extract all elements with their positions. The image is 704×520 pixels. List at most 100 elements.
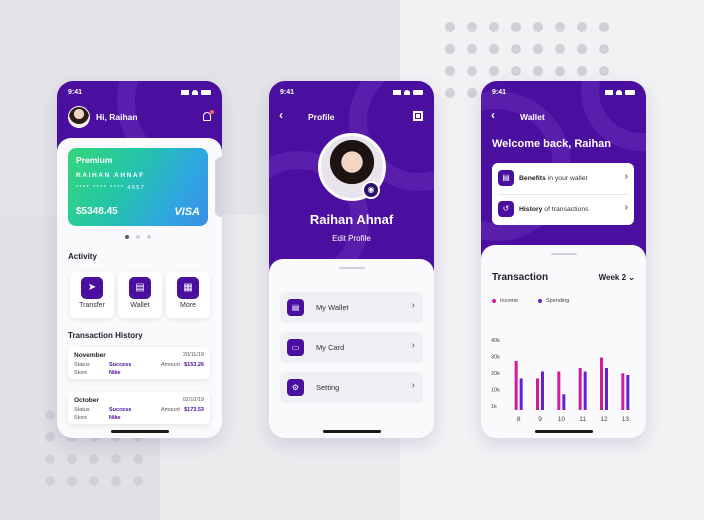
avatar[interactable]	[68, 106, 90, 128]
card-icon: ▭	[287, 339, 304, 356]
welcome-text: Welcome back, Raihan	[492, 138, 612, 150]
wallet-icon: ▤	[287, 299, 304, 316]
back-chevron-icon[interactable]: ‹	[491, 108, 495, 122]
wallet-icon: ▤	[498, 170, 514, 186]
pager-dot[interactable]	[136, 235, 140, 239]
pager-dot-active[interactable]	[125, 235, 129, 239]
bar-spending	[626, 375, 630, 410]
page-title: Profile	[308, 112, 335, 122]
y-tick-label: 30k	[491, 355, 500, 361]
card-balance: $5348.45	[76, 206, 118, 217]
battery-icon	[413, 90, 423, 95]
bar-income	[600, 357, 603, 410]
wifi-icon	[616, 90, 622, 95]
next-card-peek[interactable]	[215, 157, 222, 217]
transaction-history-heading: Transaction History	[68, 331, 143, 340]
x-tick-label: 13	[622, 416, 630, 423]
wallet-button[interactable]: ▤ Wallet	[118, 272, 162, 318]
store-value: Nike	[109, 370, 121, 376]
transaction-card[interactable]: November 20/11/19 Status Success Store N…	[68, 347, 210, 379]
transaction-card[interactable]: October 02/10/19 Status Success Store Ni…	[68, 392, 210, 424]
benefits-row[interactable]: ▤ Benefits in your wallet ›	[492, 163, 634, 194]
home-screen: 9:41 Hi, Raihan Premium RAIHAN AHNAF ***…	[57, 81, 222, 438]
store-label: Store	[74, 370, 88, 376]
wifi-icon	[404, 90, 410, 95]
home-indicator[interactable]	[322, 430, 381, 433]
card-tier: Premium	[76, 155, 113, 165]
legend-income: Income	[492, 298, 518, 304]
transaction-heading: Transaction	[492, 272, 549, 283]
status-time: 9:41	[492, 89, 507, 96]
legend-income-label: Income	[500, 298, 519, 304]
greeting-text: Hi, Raihan	[96, 112, 138, 122]
profile-name: Raihan Ahnaf	[309, 212, 394, 227]
x-tick-label: 11	[579, 416, 586, 423]
sheet-handle[interactable]	[338, 267, 365, 269]
back-chevron-icon[interactable]: ‹	[279, 108, 283, 122]
income-swatch	[492, 299, 496, 303]
wallet-shortcuts: ▤ Benefits in your wallet › ↺ History of…	[492, 163, 634, 225]
action-label: Transfer	[79, 302, 105, 309]
transaction-date: 20/11/19	[182, 352, 204, 358]
menu-item-my-card[interactable]: ▭ My Card ›	[280, 332, 423, 363]
pager-dot[interactable]	[147, 235, 151, 239]
status-label: Status	[74, 362, 90, 368]
camera-icon[interactable]: ◉	[362, 181, 380, 199]
sheet-handle[interactable]	[550, 253, 577, 255]
status-label: Status	[74, 407, 90, 413]
status-bar: 9:41	[68, 89, 211, 96]
menu-item-label: My Card	[316, 343, 345, 352]
benefits-text: Benefits in your wallet	[519, 175, 587, 182]
history-bold: History	[519, 206, 543, 213]
signal-icon	[605, 90, 613, 95]
qr-code-icon[interactable]	[413, 111, 423, 121]
gear-icon: ⚙	[287, 379, 304, 396]
history-row[interactable]: ↺ History of transactions ›	[492, 194, 634, 225]
transaction-month: November	[74, 352, 106, 359]
status-bar: 9:41	[492, 89, 635, 96]
home-indicator[interactable]	[534, 430, 593, 433]
y-tick-label: 1k	[491, 404, 497, 410]
battery-icon	[625, 90, 635, 95]
activity-heading: Activity	[68, 252, 97, 261]
wallet-icon: ▤	[129, 277, 151, 299]
bar-spending	[541, 371, 544, 410]
bar-income	[578, 368, 582, 410]
transaction-chart: 40k 30k 20k 10k 1k 8 9 10 11 12 13	[491, 338, 630, 423]
action-label: Wallet	[130, 302, 150, 309]
send-icon: ➤	[81, 277, 103, 299]
grid-icon: ▦	[177, 277, 199, 299]
chevron-right-icon: ›	[411, 380, 415, 391]
more-button[interactable]: ▦ More	[166, 272, 210, 318]
chevron-right-icon: ›	[411, 300, 415, 311]
page-title: Wallet	[520, 112, 545, 122]
bar-spending	[605, 368, 608, 410]
battery-icon	[201, 90, 211, 95]
period-dropdown[interactable]: Week 2 ⌄	[599, 273, 635, 282]
x-tick-label: 12	[600, 416, 608, 423]
profile-screen: 9:41 ‹ Profile ◉ Raihan Ahnaf Edit Profi…	[269, 81, 434, 438]
menu-item-my-wallet[interactable]: ▤ My Wallet ›	[280, 292, 423, 323]
credit-card[interactable]: Premium RAIHAN AHNAF **** **** **** 4557…	[68, 148, 208, 226]
card-number: **** **** **** 4557	[76, 185, 146, 191]
history-text: History of transactions	[519, 206, 589, 213]
period-value: Week 2	[598, 273, 627, 282]
wifi-icon	[192, 90, 198, 95]
home-indicator[interactable]	[110, 430, 169, 433]
card-pager[interactable]	[125, 235, 151, 239]
x-tick-label: 8	[517, 416, 521, 423]
amount-label: Amount	[161, 407, 180, 413]
history-rest: of transactions	[542, 206, 589, 213]
transaction-month: October	[74, 397, 99, 404]
history-icon: ↺	[498, 201, 514, 217]
y-tick-label: 10k	[491, 388, 500, 394]
status-value: Success	[109, 407, 132, 413]
menu-item-setting[interactable]: ⚙ Setting ›	[280, 372, 423, 403]
transfer-button[interactable]: ➤ Transfer	[70, 272, 114, 318]
status-value: Success	[109, 362, 132, 368]
legend-spending: Spending	[538, 298, 569, 304]
edit-profile-link[interactable]: Edit Profile	[269, 234, 434, 243]
action-label: More	[180, 302, 196, 309]
notification-bell-icon[interactable]	[203, 110, 214, 121]
wallet-screen: 9:41 ‹ Wallet Welcome back, Raihan ▤ Ben…	[481, 81, 646, 438]
